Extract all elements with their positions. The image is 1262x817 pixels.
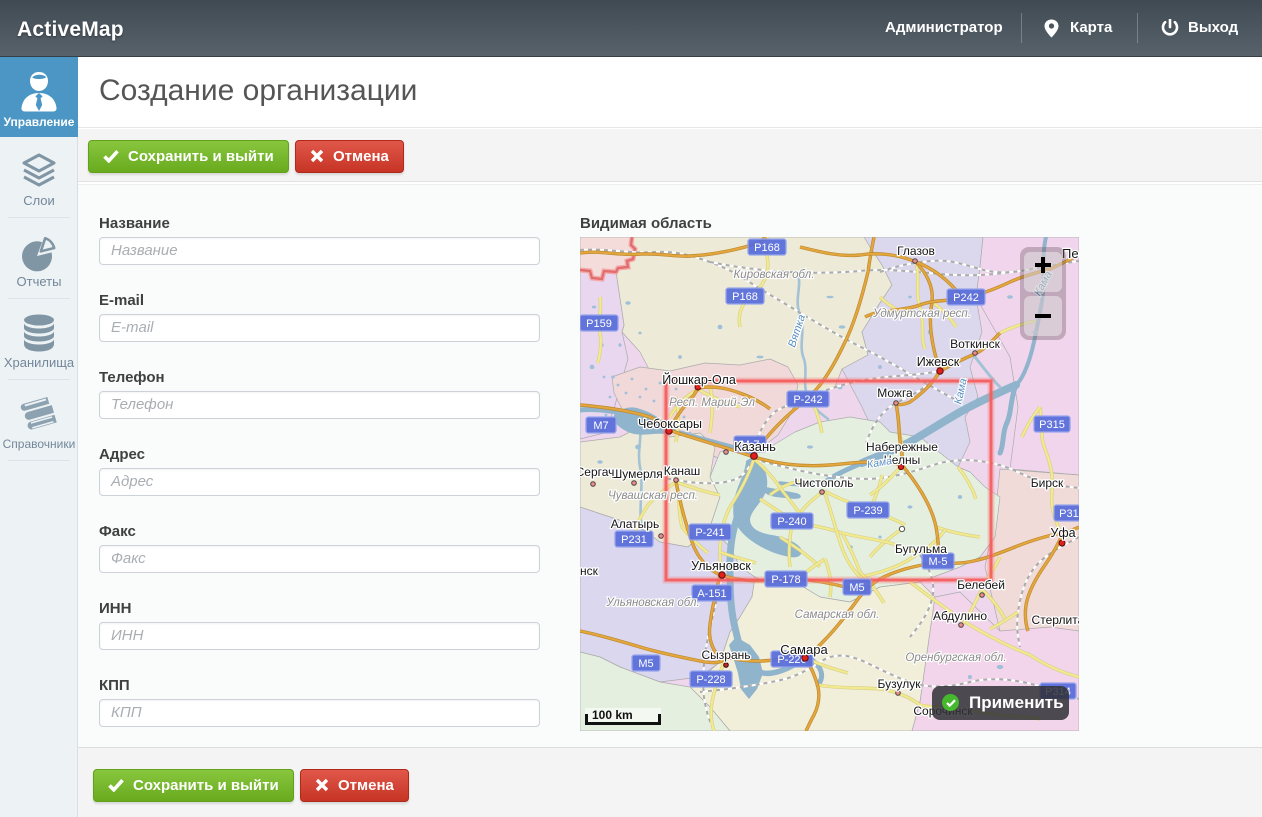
svg-text:Р-228: Р-228 xyxy=(696,674,725,686)
svg-text:Р242: Р242 xyxy=(953,292,979,304)
svg-text:Абдулино: Абдулино xyxy=(933,609,987,623)
svg-text:Оренбургская обл.: Оренбургская обл. xyxy=(905,652,1006,664)
svg-text:Сергач: Сергач xyxy=(580,465,614,479)
svg-text:Р-241: Р-241 xyxy=(695,527,724,539)
svg-text:Р-239: Р-239 xyxy=(853,505,882,517)
svg-text:Респ. Марий-Эл: Респ. Марий-Эл xyxy=(669,397,755,409)
svg-text:Р-242: Р-242 xyxy=(793,394,822,406)
svg-text:Канаш: Канаш xyxy=(664,464,701,478)
svg-text:Ижевск: Ижевск xyxy=(917,355,960,369)
svg-text:нск: нск xyxy=(580,564,599,578)
svg-text:М-5: М-5 xyxy=(929,556,948,568)
svg-text:Самара: Самара xyxy=(780,642,828,657)
svg-text:Бугульма: Бугульма xyxy=(895,542,947,556)
svg-text:Чувашская респ.: Чувашская респ. xyxy=(608,490,698,502)
svg-text:Р315: Р315 xyxy=(1059,508,1079,520)
svg-text:Самарская обл.: Самарская обл. xyxy=(795,609,880,621)
svg-text:Р159: Р159 xyxy=(586,318,612,330)
svg-text:Чебоксары: Чебоксары xyxy=(638,417,702,431)
svg-text:Р231: Р231 xyxy=(621,534,647,546)
svg-text:Воткинск: Воткинск xyxy=(950,337,1000,351)
svg-text:Бузулук: Бузулук xyxy=(878,677,922,691)
svg-text:Кировская обл.: Кировская обл. xyxy=(734,269,815,281)
svg-text:Р168: Р168 xyxy=(732,291,758,303)
svg-text:А-151: А-151 xyxy=(697,588,726,600)
svg-text:Казань: Казань xyxy=(734,439,776,454)
svg-text:Ульяновская обл.: Ульяновская обл. xyxy=(605,597,699,609)
svg-text:М7: М7 xyxy=(593,420,608,432)
svg-text:Глазов: Глазов xyxy=(897,244,935,258)
svg-text:Бирск: Бирск xyxy=(1031,476,1064,490)
svg-text:М5: М5 xyxy=(849,582,864,594)
svg-text:Р-240: Р-240 xyxy=(777,516,806,528)
svg-text:Набережные: Набережные xyxy=(866,440,938,454)
svg-text:М5: М5 xyxy=(638,658,653,670)
svg-text:Р-178: Р-178 xyxy=(771,574,800,586)
svg-text:Р168: Р168 xyxy=(754,242,780,254)
svg-text:Ульяновск: Ульяновск xyxy=(691,559,751,573)
svg-text:Стерлитамак: Стерлитамак xyxy=(1032,613,1079,627)
svg-text:Йошкар-Ола: Йошкар-Ола xyxy=(662,372,736,387)
svg-text:Сызрань: Сызрань xyxy=(701,648,750,662)
svg-text:Р315: Р315 xyxy=(1039,419,1065,431)
svg-text:Белебей: Белебей xyxy=(957,578,1005,592)
svg-text:Удмуртская респ.: Удмуртская респ. xyxy=(872,308,971,320)
svg-text:Шумерля: Шумерля xyxy=(611,467,663,481)
svg-text:Уфа: Уфа xyxy=(1050,526,1075,540)
svg-text:Чистополь: Чистополь xyxy=(795,476,854,490)
svg-text:Алатырь: Алатырь xyxy=(611,517,659,531)
svg-text:Можга: Можга xyxy=(877,386,913,400)
